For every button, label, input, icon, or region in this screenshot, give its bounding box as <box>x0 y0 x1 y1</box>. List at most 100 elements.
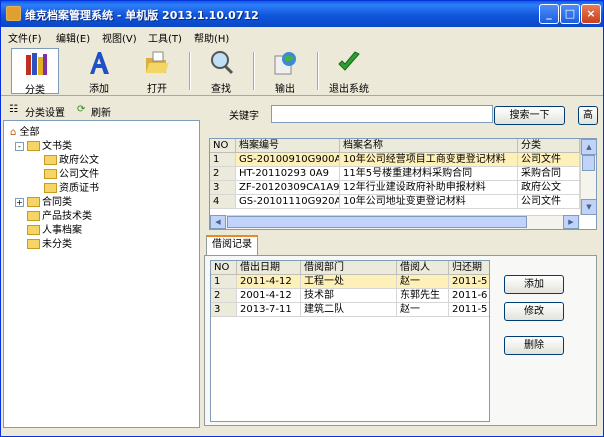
table-row-number[interactable]: 1 <box>210 153 236 167</box>
scroll-down-arrow[interactable]: ▼ <box>581 199 596 215</box>
refresh-icon[interactable]: ⟳ <box>77 104 85 115</box>
table-row-number[interactable]: 3 <box>210 181 236 195</box>
toolbar-search-button[interactable]: 查找 <box>197 48 245 95</box>
table-cell[interactable]: HT-20110293 0A9 <box>236 167 340 181</box>
table-cell[interactable]: ZF-20120309CA1A9 <box>236 181 340 195</box>
add-borrow-button[interactable]: 添加 <box>504 275 564 294</box>
table-cell[interactable]: GS-20100910G900A <box>236 153 340 167</box>
tree-node-all[interactable]: ⌂ 全部 <box>10 126 40 139</box>
tree-node-government-docs[interactable]: 政府公文 <box>44 154 99 167</box>
table-cell[interactable]: GS-20101110G920A <box>236 195 340 209</box>
minimize-button[interactable]: _ <box>539 4 559 24</box>
scroll-up-arrow[interactable]: ▲ <box>581 139 596 155</box>
folder-icon <box>27 211 40 221</box>
category-settings-link[interactable]: 分类设置 <box>25 104 65 119</box>
table-cell[interactable]: 12年行业建设政府补助申报材料 <box>340 181 518 195</box>
delete-borrow-button[interactable]: 删除 <box>504 336 564 355</box>
keyword-label: 关键字 <box>229 111 259 122</box>
table-cell[interactable]: 2013-7-11 <box>237 303 301 317</box>
column-header[interactable]: NO <box>211 261 237 275</box>
books-icon <box>26 53 47 75</box>
menu-view[interactable]: 视图(V) <box>102 30 137 45</box>
toolbar-export-button[interactable]: 输出 <box>261 48 309 95</box>
table-cell[interactable]: 公司文件 <box>518 195 580 209</box>
toolbar-category-button[interactable]: 分类 <box>11 48 59 96</box>
table-row-number[interactable]: 2 <box>210 167 236 181</box>
table-cell[interactable]: 2011-5 <box>449 303 489 317</box>
app-icon <box>6 6 21 21</box>
advanced-search-button[interactable]: 高 <box>578 106 598 125</box>
table-cell[interactable]: 赵一 <box>397 275 449 289</box>
column-header[interactable]: NO <box>210 139 236 153</box>
tree-node-contracts[interactable]: 合同类 <box>27 196 72 209</box>
tree-expand-toggle[interactable]: + <box>15 198 24 207</box>
column-header[interactable]: 借阅部门 <box>301 261 397 275</box>
tree-node-hr-records[interactable]: 人事档案 <box>27 224 82 237</box>
scroll-thumb[interactable] <box>227 216 527 228</box>
tab-borrow-records[interactable]: 借阅记录 <box>206 235 258 255</box>
column-header[interactable]: 档案编号 <box>236 139 340 153</box>
scroll-left-arrow[interactable]: ◀ <box>210 215 226 229</box>
tree-collapse-toggle[interactable]: - <box>15 142 24 151</box>
scroll-thumb[interactable] <box>582 155 595 171</box>
globe-export-icon <box>274 52 296 75</box>
vertical-scrollbar[interactable]: ▲ ▼ <box>580 139 596 215</box>
tree-node-label: 合同类 <box>42 197 72 208</box>
toolbar-separator <box>253 52 255 90</box>
refresh-link[interactable]: 刷新 <box>91 104 111 119</box>
menu-edit[interactable]: 编辑(E) <box>56 30 90 45</box>
menu-help[interactable]: 帮助(H) <box>194 30 229 45</box>
table-cell[interactable]: 东郭先生 <box>397 289 449 303</box>
table-row-number[interactable]: 2 <box>211 289 237 303</box>
folder-icon <box>44 183 57 193</box>
search-button[interactable]: 搜索一下 <box>494 106 565 125</box>
table-cell[interactable]: 公司文件 <box>518 153 580 167</box>
table-cell[interactable]: 赵一 <box>397 303 449 317</box>
category-panel: ☷ 分类设置 ⟳ 刷新 ⌂ 全部 - 文书类 政府公文 公司文件 资质证书 + … <box>3 98 200 428</box>
column-header[interactable]: 分类 <box>518 139 580 153</box>
horizontal-scrollbar[interactable]: ◀ ▶ <box>210 215 580 229</box>
column-header[interactable]: 归还期 <box>449 261 489 275</box>
table-cell[interactable]: 2011-4-12 <box>237 275 301 289</box>
menu-tools[interactable]: 工具(T) <box>148 30 182 45</box>
menu-file[interactable]: 文件(F) <box>8 30 42 45</box>
tree-node-label: 全部 <box>19 127 40 138</box>
table-row-number[interactable]: 4 <box>210 195 236 209</box>
table-cell[interactable]: 11年5号楼重建材料采购合同 <box>340 167 518 181</box>
column-header[interactable]: 借出日期 <box>237 261 301 275</box>
tree-node-certificates[interactable]: 资质证书 <box>44 182 99 195</box>
table-row-number[interactable]: 1 <box>211 275 237 289</box>
table-cell[interactable]: 10年公司经营项目工商变更登记材料 <box>340 153 518 167</box>
toolbar-add-button[interactable]: 添加 <box>75 48 123 95</box>
table-cell[interactable]: 建筑二队 <box>301 303 397 317</box>
tree-node-uncategorized[interactable]: 未分类 <box>27 238 72 251</box>
edit-borrow-button[interactable]: 修改 <box>504 302 564 321</box>
tree-node-documents[interactable]: 文书类 <box>27 140 72 153</box>
table-cell[interactable]: 2011-6 <box>449 289 489 303</box>
close-button[interactable]: × <box>581 4 601 24</box>
tree-node-product-tech[interactable]: 产品技术类 <box>27 210 92 223</box>
toolbar-exit-button[interactable]: 退出系统 <box>323 48 375 95</box>
tree-node-label: 资质证书 <box>59 183 99 194</box>
app-window: 维克档案管理系统 - 单机版 2013.1.10.0712 _ □ × 文件(F… <box>0 0 604 437</box>
maximize-button[interactable]: □ <box>560 4 580 24</box>
keyword-input[interactable] <box>271 105 493 123</box>
column-header[interactable]: 档案名称 <box>340 139 518 153</box>
table-cell[interactable]: 政府公文 <box>518 181 580 195</box>
table-cell[interactable]: 2011-5 <box>449 275 489 289</box>
table-row-number[interactable]: 3 <box>211 303 237 317</box>
table-cell[interactable]: 2001-4-12 <box>237 289 301 303</box>
category-settings-icon[interactable]: ☷ <box>9 104 18 115</box>
toolbar-exit-label: 退出系统 <box>329 84 369 95</box>
toolbar-open-button[interactable]: 打开 <box>133 48 181 95</box>
tree-node-label: 公司文件 <box>59 169 99 180</box>
table-cell[interactable]: 工程一处 <box>301 275 397 289</box>
column-header[interactable]: 借阅人 <box>397 261 449 275</box>
scroll-right-arrow[interactable]: ▶ <box>563 215 579 229</box>
tree-node-label: 人事档案 <box>42 225 82 236</box>
title-bar: 维克档案管理系统 - 单机版 2013.1.10.0712 _ □ × <box>1 1 603 27</box>
tree-node-company-files[interactable]: 公司文件 <box>44 168 99 181</box>
table-cell[interactable]: 采购合同 <box>518 167 580 181</box>
table-cell[interactable]: 技术部 <box>301 289 397 303</box>
table-cell[interactable]: 10年公司地址变更登记材料 <box>340 195 518 209</box>
